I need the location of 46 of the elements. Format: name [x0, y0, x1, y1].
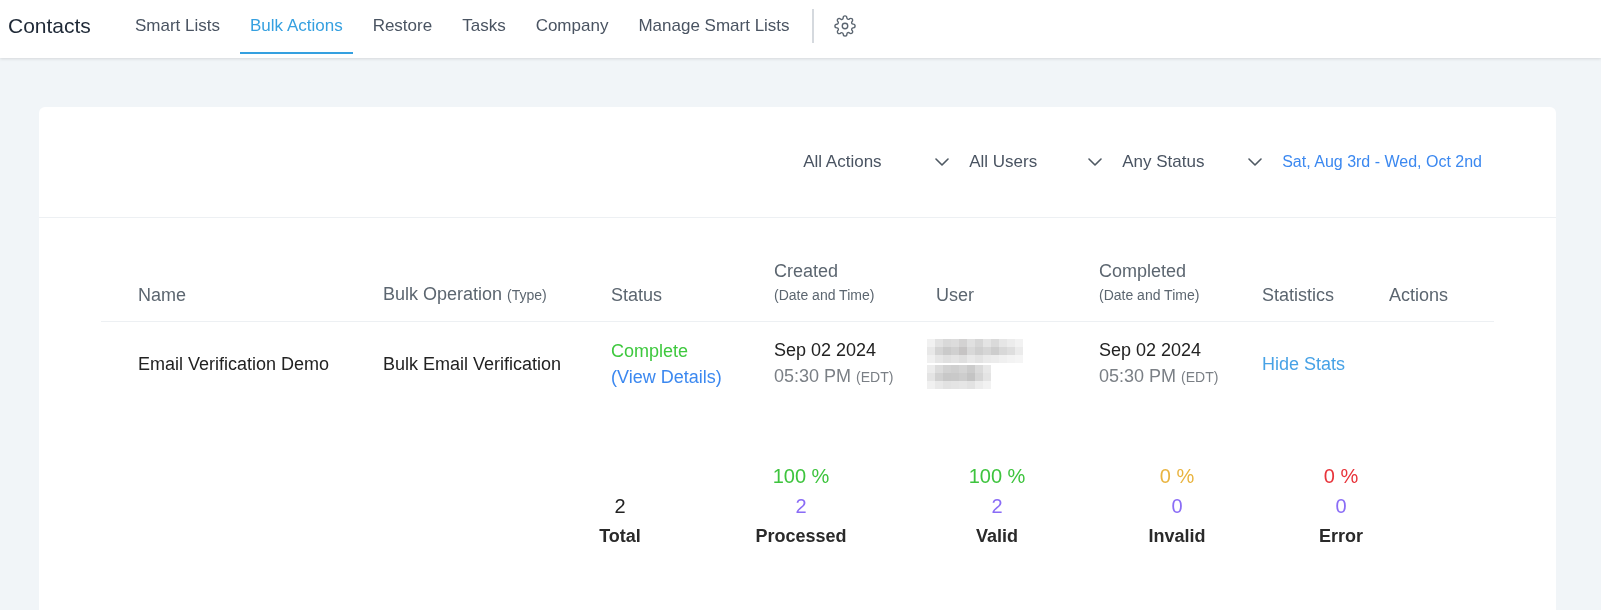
stat-label: Invalid [1148, 525, 1206, 548]
column-header: Created [774, 260, 839, 283]
date-range-link[interactable]: Sat, Aug 3rd - Wed, Oct 2nd [1282, 153, 1482, 171]
settings-icon[interactable] [833, 15, 856, 37]
nav-tab[interactable]: Manage Smart Lists [628, 0, 800, 54]
chevron-down-icon [1088, 158, 1103, 166]
column-header: Statistics [1262, 284, 1335, 307]
column-subheader: (Date and Time) [1099, 286, 1200, 305]
nav-tab[interactable]: Restore [362, 0, 443, 54]
stat-label: Processed [755, 525, 847, 548]
stat-percent: 100 % [772, 464, 830, 489]
chevron-down-icon [935, 158, 950, 166]
view-details-link[interactable]: (View Details) [611, 363, 722, 390]
created-time: 05:30 PM (EDT) [774, 365, 894, 388]
stat-label: Total [599, 525, 641, 548]
stat-count: 0 [1171, 494, 1183, 519]
nav-tab[interactable]: Tasks [452, 0, 516, 54]
filter-dropdown[interactable]: All Actions [803, 152, 950, 172]
column-header: Actions [1389, 284, 1449, 307]
stat-percent: 0 % [1323, 464, 1359, 489]
chevron-down-icon [1248, 158, 1263, 166]
stat-count: 2 [614, 494, 626, 519]
column-header: User [936, 284, 974, 307]
stat-count: 2 [795, 494, 807, 519]
stat-label: Valid [976, 525, 1018, 548]
stat-percent: 100 % [968, 464, 1026, 489]
created-date: Sep 02 2024 [774, 339, 877, 362]
table-cell-text: Bulk Email Verification [383, 352, 562, 376]
stat-label: Error [1319, 525, 1363, 548]
filter-dropdown[interactable]: All Users [969, 152, 1103, 172]
nav-tab[interactable]: Smart Lists [125, 0, 231, 54]
column-subheader: (Date and Time) [774, 286, 875, 305]
column-header: Name [138, 284, 186, 307]
stat-percent: 0 % [1159, 464, 1195, 489]
completed-date: Sep 02 2024 [1099, 339, 1202, 362]
column-header: Bulk Operation (Type) [383, 283, 547, 306]
table-cell-text: Email Verification Demo [138, 352, 330, 376]
column-header: Status [611, 284, 663, 307]
status-text: Complete [611, 339, 689, 363]
page-title: Contacts [8, 14, 91, 38]
stat-count: 0 [1335, 494, 1347, 519]
completed-time: 05:30 PM (EDT) [1099, 365, 1219, 388]
nav-tab[interactable]: Company [525, 0, 619, 54]
stat-count: 2 [991, 494, 1003, 519]
filter-dropdown[interactable]: Any Status [1122, 152, 1263, 172]
column-header: Completed [1099, 260, 1187, 283]
